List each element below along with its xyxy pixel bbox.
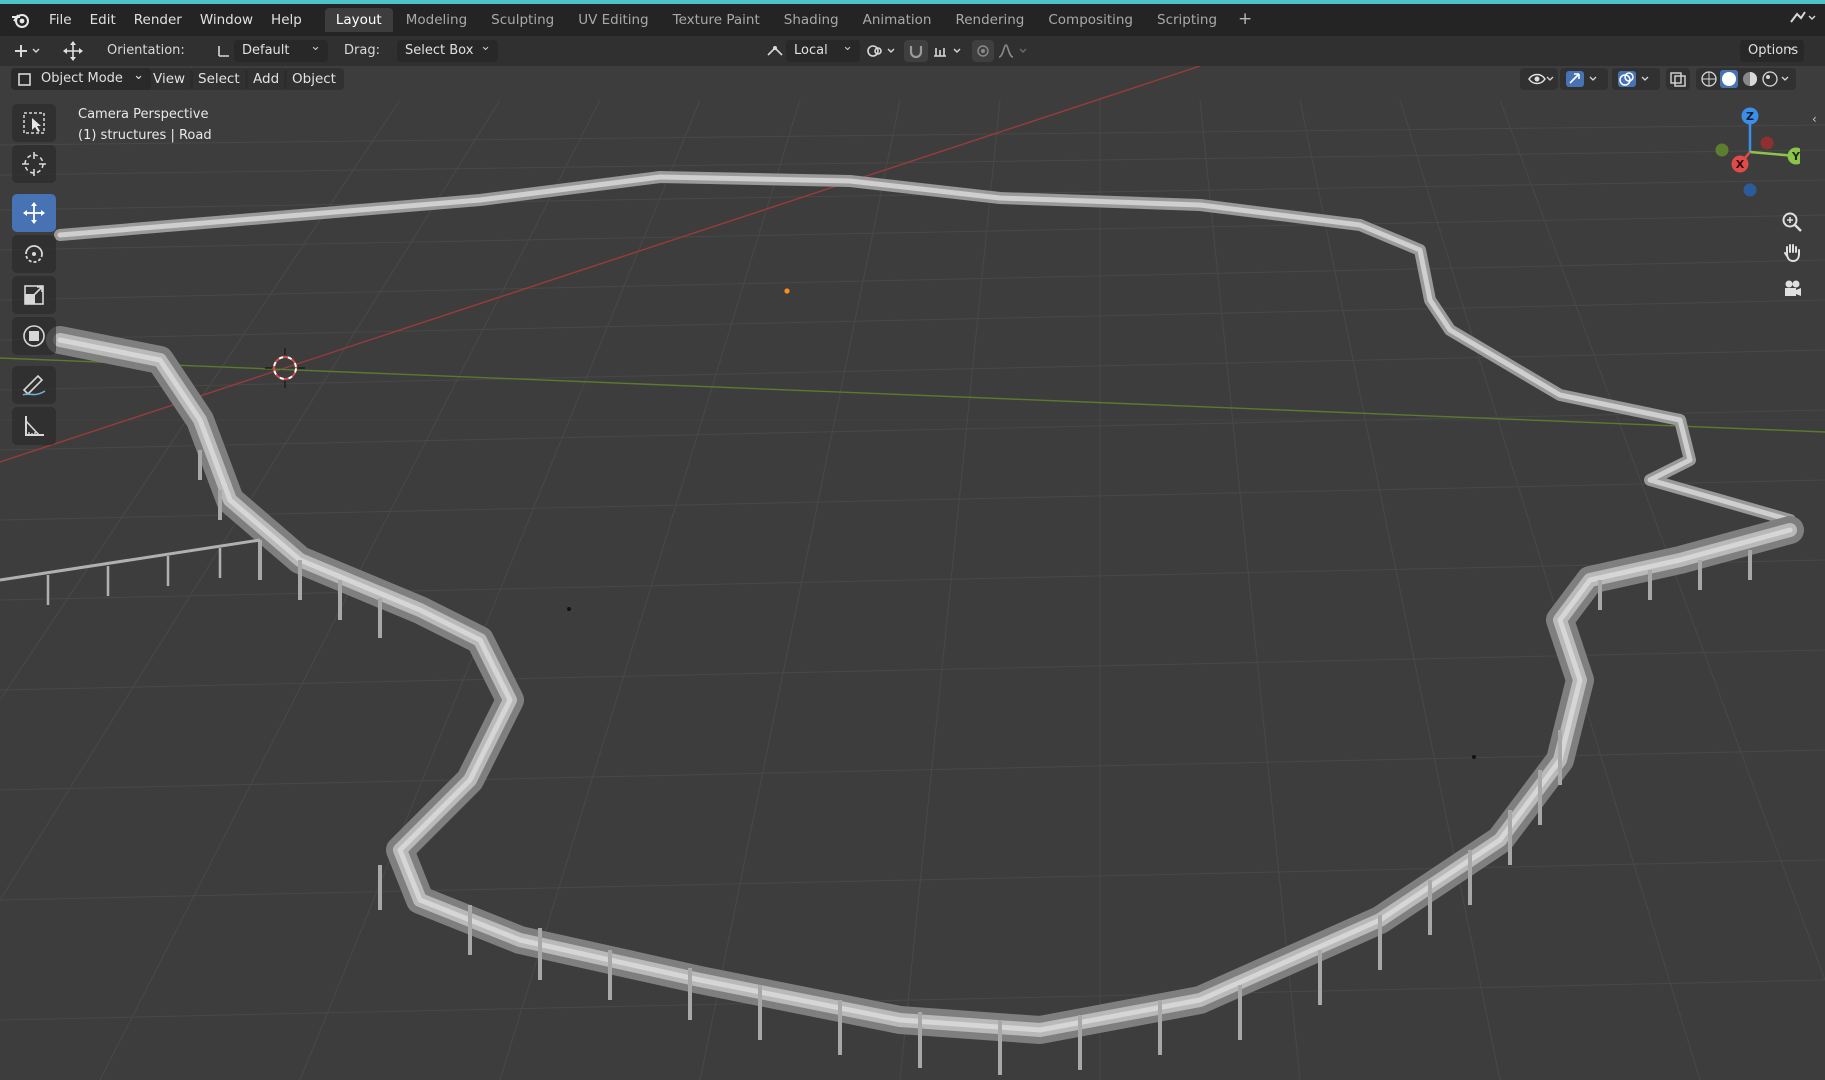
scale-tool[interactable]: [12, 276, 56, 314]
viewport-menu-add[interactable]: Add: [245, 68, 288, 90]
transform-pivot-dropdown[interactable]: Local: [786, 36, 860, 62]
ruler-icon: [25, 416, 44, 436]
camera-perspective-label: Camera Perspective: [78, 107, 209, 122]
falloff-curve-icon: [998, 44, 1027, 58]
rendered-shading-icon[interactable]: [1762, 71, 1778, 87]
annotate-tool[interactable]: [12, 366, 56, 404]
snap-toggle[interactable]: [904, 40, 928, 62]
rotate-icon: [25, 245, 43, 263]
rotate-tool[interactable]: [12, 235, 56, 273]
measure-tool[interactable]: [12, 407, 56, 445]
menu-render[interactable]: Render: [125, 4, 191, 36]
magnet-icon: [909, 46, 923, 59]
tool-mode-dropdown[interactable]: [10, 40, 46, 62]
viewport-menu-select[interactable]: Select: [190, 68, 248, 90]
tool-settings-header: Orientation: Default Drag: Select Box Lo…: [0, 36, 1825, 66]
shading-options-chevron-icon[interactable]: [1781, 76, 1789, 81]
proportional-edit-toggle[interactable]: [972, 40, 994, 62]
pan-view-button[interactable]: [1777, 237, 1807, 267]
scene-icon: [1790, 11, 1816, 23]
link-icon: [867, 45, 895, 57]
camera-icon: [1785, 280, 1801, 296]
material-shading-icon[interactable]: [1743, 72, 1757, 86]
scene-selector[interactable]: [1787, 8, 1817, 28]
scale-icon: [24, 285, 44, 305]
viewport-info: Camera Perspective (1) structures | Road: [78, 104, 212, 146]
proportional-icon: [977, 45, 989, 57]
menu-file[interactable]: File: [40, 4, 81, 36]
options-dropdown[interactable]: Options: [1740, 36, 1804, 62]
zoom-icon: [1782, 212, 1802, 232]
eye-icon: [1528, 73, 1554, 85]
add-workspace-button[interactable]: +: [1230, 4, 1260, 36]
xray-toggle[interactable]: [1666, 68, 1690, 90]
sidebar-expand-icon[interactable]: ‹: [1812, 112, 1817, 126]
cursor-icon: [22, 152, 46, 176]
transform-tool[interactable]: [12, 317, 56, 355]
tab-layout[interactable]: Layout: [324, 8, 393, 32]
move-tool[interactable]: [12, 194, 56, 232]
cursor-tool[interactable]: [12, 145, 56, 183]
snap-increment-icon: [934, 48, 961, 57]
object-mode-label: Object Mode: [41, 71, 123, 86]
tab-compositing[interactable]: Compositing: [1037, 8, 1144, 32]
menu-help[interactable]: Help: [262, 4, 311, 36]
top-menu-bar: File Edit Render Window Help Layout Mode…: [0, 4, 1825, 36]
transform-icon: [23, 325, 45, 347]
orientation-axes-icon: [214, 40, 234, 62]
chevron-down-icon: ⌄: [133, 68, 144, 83]
move-gizmo-icon[interactable]: [58, 40, 88, 62]
gizmo-toggle[interactable]: [1560, 68, 1608, 90]
proportional-falloff-dropdown[interactable]: [996, 40, 1032, 62]
blender-logo-icon[interactable]: [0, 4, 40, 36]
left-toolbar: [10, 104, 58, 448]
wireframe-shading-icon[interactable]: [1701, 71, 1717, 87]
object-mode-dropdown[interactable]: Object Mode ⌄: [33, 68, 151, 90]
gizmo-arrow-icon: [1566, 71, 1597, 87]
menu-edit[interactable]: Edit: [81, 4, 125, 36]
xray-icon: [1670, 72, 1686, 87]
gizmo-y-label: Y: [1791, 150, 1800, 163]
tab-modeling[interactable]: Modeling: [395, 8, 478, 32]
drag-dropdown[interactable]: Select Box: [397, 36, 498, 62]
solid-shading-icon[interactable]: [1720, 70, 1738, 88]
viewport-header: Object Mode ⌄ View Select Add Object: [0, 66, 1825, 94]
visibility-dropdown[interactable]: [1520, 68, 1558, 90]
menu-window[interactable]: Window: [191, 4, 262, 36]
workspace-tabs: Layout Modeling Sculpting UV Editing Tex…: [324, 4, 1260, 36]
snap-element-dropdown[interactable]: [930, 40, 966, 62]
tab-rendering[interactable]: Rendering: [944, 8, 1035, 32]
viewport-menu-view[interactable]: View: [145, 68, 194, 90]
cube-icon: [18, 73, 31, 86]
navigation-gizmo[interactable]: Z Y X: [1700, 102, 1800, 202]
tab-uv-editing[interactable]: UV Editing: [567, 8, 659, 32]
tab-scripting[interactable]: Scripting: [1146, 8, 1228, 32]
tab-texture-paint[interactable]: Texture Paint: [662, 8, 771, 32]
viewport-menu-object[interactable]: Object: [284, 68, 344, 90]
tab-sculpting[interactable]: Sculpting: [480, 8, 565, 32]
3d-viewport[interactable]: [0, 66, 1825, 1080]
transform-mode-icon: [15, 45, 40, 57]
pivot-icon: [764, 40, 786, 62]
overlays-icon: [1618, 71, 1649, 87]
object-origin[interactable]: [784, 288, 790, 294]
gizmo-z-label: Z: [1746, 110, 1754, 123]
gizmo-x-label: X: [1736, 158, 1745, 171]
hand-icon: [1784, 244, 1800, 263]
camera-view-button[interactable]: [1777, 274, 1807, 304]
overlays-toggle[interactable]: [1612, 68, 1660, 90]
snap-target-dropdown[interactable]: [864, 40, 900, 62]
orientation-dropdown[interactable]: Default: [234, 36, 328, 62]
select-box-tool[interactable]: [12, 104, 56, 142]
drag-label: Drag:: [344, 43, 380, 58]
zoom-view-button[interactable]: [1777, 207, 1807, 237]
shading-mode-group: [1696, 68, 1796, 90]
orientation-label: Orientation:: [107, 43, 185, 58]
tab-animation[interactable]: Animation: [852, 8, 943, 32]
select-box-icon: [23, 112, 45, 134]
move-icon: [23, 202, 45, 224]
pencil-icon: [22, 374, 46, 396]
active-object-label: (1) structures | Road: [78, 128, 212, 143]
tab-shading[interactable]: Shading: [773, 8, 850, 32]
